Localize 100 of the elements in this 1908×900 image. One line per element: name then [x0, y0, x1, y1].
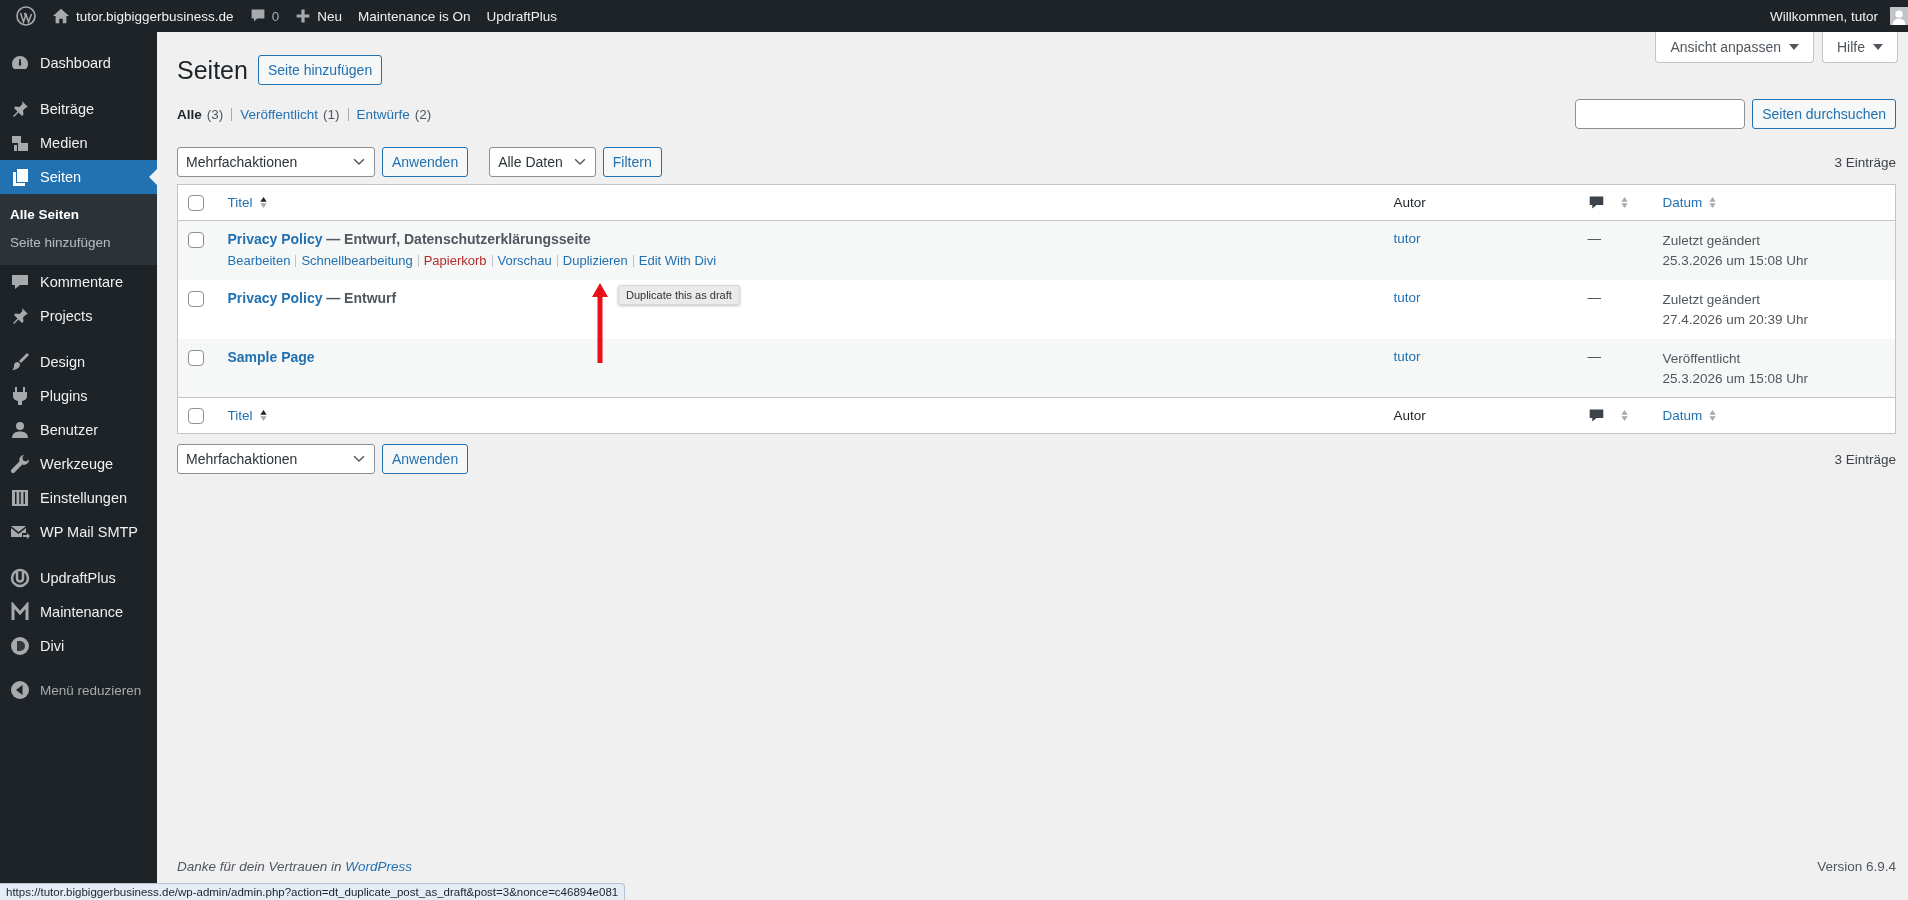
view-count: (2)	[414, 106, 432, 122]
collapse-menu-button[interactable]: Menü reduzieren	[0, 675, 157, 705]
column-sort-link[interactable]: Datum	[1662, 408, 1703, 423]
toolbar-link[interactable]: Maintenance is On	[349, 0, 479, 32]
wordpress-link[interactable]: WordPress	[345, 859, 413, 874]
column-header: Autor	[1393, 408, 1426, 423]
new-link[interactable]: Neu	[317, 8, 342, 24]
bulk-actions-dropdown[interactable]: Mehrfachaktionen	[177, 147, 375, 177]
author-link[interactable]: tutor	[1393, 231, 1421, 246]
dropdown-value: Alle Daten	[498, 154, 563, 170]
column-sort-link[interactable]: Datum	[1662, 195, 1703, 210]
view-filter-link[interactable]: Alle	[177, 106, 202, 122]
row-action-link[interactable]: Vorschau	[497, 253, 552, 268]
ring-logo-icon	[10, 568, 30, 588]
menu-item[interactable]: Kommentare	[0, 265, 157, 299]
bulk-actions-dropdown[interactable]: Mehrfachaktionen	[177, 444, 375, 474]
item-count: 3 Einträge	[1834, 154, 1896, 170]
date-value: 25.3.2026 um 15:08 Uhr	[1662, 252, 1810, 270]
column-sort-link[interactable]: Titel	[227, 195, 253, 210]
comment-count[interactable]: 0	[271, 8, 280, 24]
toolbar-link[interactable]: UpdraftPlus	[478, 0, 565, 32]
submenu-item[interactable]: Alle Seiten	[0, 201, 157, 229]
dropdown-triangle-icon	[1873, 44, 1883, 50]
row-checkbox[interactable]	[188, 232, 204, 248]
collapse-icon	[10, 680, 30, 700]
status-bar-url: https://tutor.bigbiggerbusiness.de/wp-admin/admin.php?action=dt_duplicate_post_as_draft&post=3&nonce=c46894e081	[0, 883, 626, 900]
post-state: — Entwurf, Datenschutzerklärungsseite	[326, 231, 591, 247]
row-action-link[interactable]: Bearbeiten	[227, 253, 291, 268]
apply-button[interactable]: Anwenden	[382, 444, 469, 474]
menu-item[interactable]: Maintenance	[0, 595, 157, 629]
person-icon	[10, 420, 30, 440]
logo-icon	[16, 6, 36, 26]
greeting-link[interactable]: Willkommen, tutor	[1769, 8, 1878, 24]
search-pages-button[interactable]: Seiten durchsuchen	[1752, 99, 1896, 129]
menu-item[interactable]: Plugins	[0, 379, 157, 413]
submenu-item[interactable]: Seite hinzufügen	[0, 229, 157, 257]
row-action-link[interactable]: Schnellbearbeitung	[301, 253, 413, 268]
apply-button[interactable]: Anwenden	[382, 147, 469, 177]
sliders-icon	[10, 488, 30, 508]
menu-item[interactable]: Divi	[0, 629, 157, 663]
column-sort-link[interactable]: Titel	[227, 408, 253, 423]
author-link[interactable]: tutor	[1393, 289, 1421, 305]
date-value: 25.3.2026 um 15:08 Uhr	[1662, 369, 1810, 388]
site-name-link[interactable]: tutor.bigbiggerbusiness.de	[76, 8, 234, 24]
screen-meta-toggle[interactable]: Ansicht anpassen	[1655, 32, 1814, 63]
tooltip: Duplicate this as draft	[618, 285, 740, 305]
plus-icon	[295, 8, 312, 24]
view-filter-link[interactable]: Veröffentlicht	[240, 106, 319, 122]
select-all-checkbox[interactable]	[188, 407, 204, 424]
menu-item[interactable]: Design	[0, 345, 157, 379]
menu-item[interactable]: Beiträge	[0, 92, 157, 126]
filter-button[interactable]: Filtern	[602, 147, 662, 177]
paintbrush-icon	[10, 352, 30, 372]
view-count: (3)	[206, 106, 224, 122]
menu-item[interactable]: Dashboard	[0, 46, 157, 80]
comment-icon	[1587, 194, 1605, 211]
dropdown-value: Mehrfachaktionen	[186, 451, 298, 467]
view-count: (1)	[323, 106, 340, 122]
item-count: 3 Einträge	[1834, 451, 1896, 467]
comment-count: —	[1587, 231, 1601, 246]
view-filter-link[interactable]: Entwürfe	[356, 106, 410, 122]
comment-count: —	[1587, 348, 1601, 364]
row-action-link[interactable]: Papierkorb	[423, 253, 487, 268]
dropdown-triangle-icon	[1789, 44, 1799, 50]
add-page-button[interactable]: Seite hinzufügen	[257, 55, 383, 85]
column-header: Autor	[1393, 195, 1426, 210]
menu-item[interactable]: Seiten	[0, 160, 157, 194]
menu-item[interactable]: Benutzer	[0, 413, 157, 447]
menu-item[interactable]: Medien	[0, 126, 157, 160]
author-link[interactable]: tutor	[1393, 348, 1421, 364]
page-title-link[interactable]: Privacy Policy	[227, 289, 323, 306]
row-action-link[interactable]: Edit With Divi	[638, 253, 717, 268]
date-value: 27.4.2026 um 20:39 Uhr	[1662, 310, 1810, 329]
menu-item[interactable]: UpdraftPlus	[0, 561, 157, 595]
date-status: Veröffentlicht	[1662, 349, 1742, 368]
screen-meta-toggle[interactable]: Hilfe	[1822, 32, 1898, 63]
version-text: Version 6.9.4	[1817, 859, 1896, 874]
menu-item[interactable]: Projects	[0, 299, 157, 333]
pages-icon	[10, 167, 30, 187]
page-title-link[interactable]: Privacy Policy	[227, 231, 323, 247]
media-icon	[10, 133, 30, 153]
search-field[interactable]	[1575, 99, 1746, 129]
row-checkbox[interactable]	[188, 349, 204, 366]
dropdown-value: Mehrfachaktionen	[186, 154, 298, 170]
menu-item[interactable]: Einstellungen	[0, 481, 157, 515]
menu-item[interactable]: Werkzeuge	[0, 447, 157, 481]
page-title: Seiten	[177, 55, 248, 85]
select-all-checkbox[interactable]	[188, 194, 204, 211]
row-action-link[interactable]: Duplizieren	[562, 253, 628, 268]
date-filter-dropdown[interactable]: Alle Daten	[489, 147, 596, 177]
comment-count: —	[1587, 289, 1601, 305]
comment-icon	[1587, 407, 1605, 424]
row-checkbox[interactable]	[188, 290, 204, 307]
date-status: Zuletzt geändert	[1662, 232, 1762, 250]
menu-item[interactable]: WP Mail SMTP	[0, 515, 157, 549]
post-state: — Entwurf	[326, 289, 397, 306]
zigzag-logo-icon	[10, 602, 30, 622]
speech-bubble-icon	[10, 272, 30, 292]
page-title-link[interactable]: Sample Page	[227, 348, 315, 365]
comment-icon	[249, 8, 266, 24]
